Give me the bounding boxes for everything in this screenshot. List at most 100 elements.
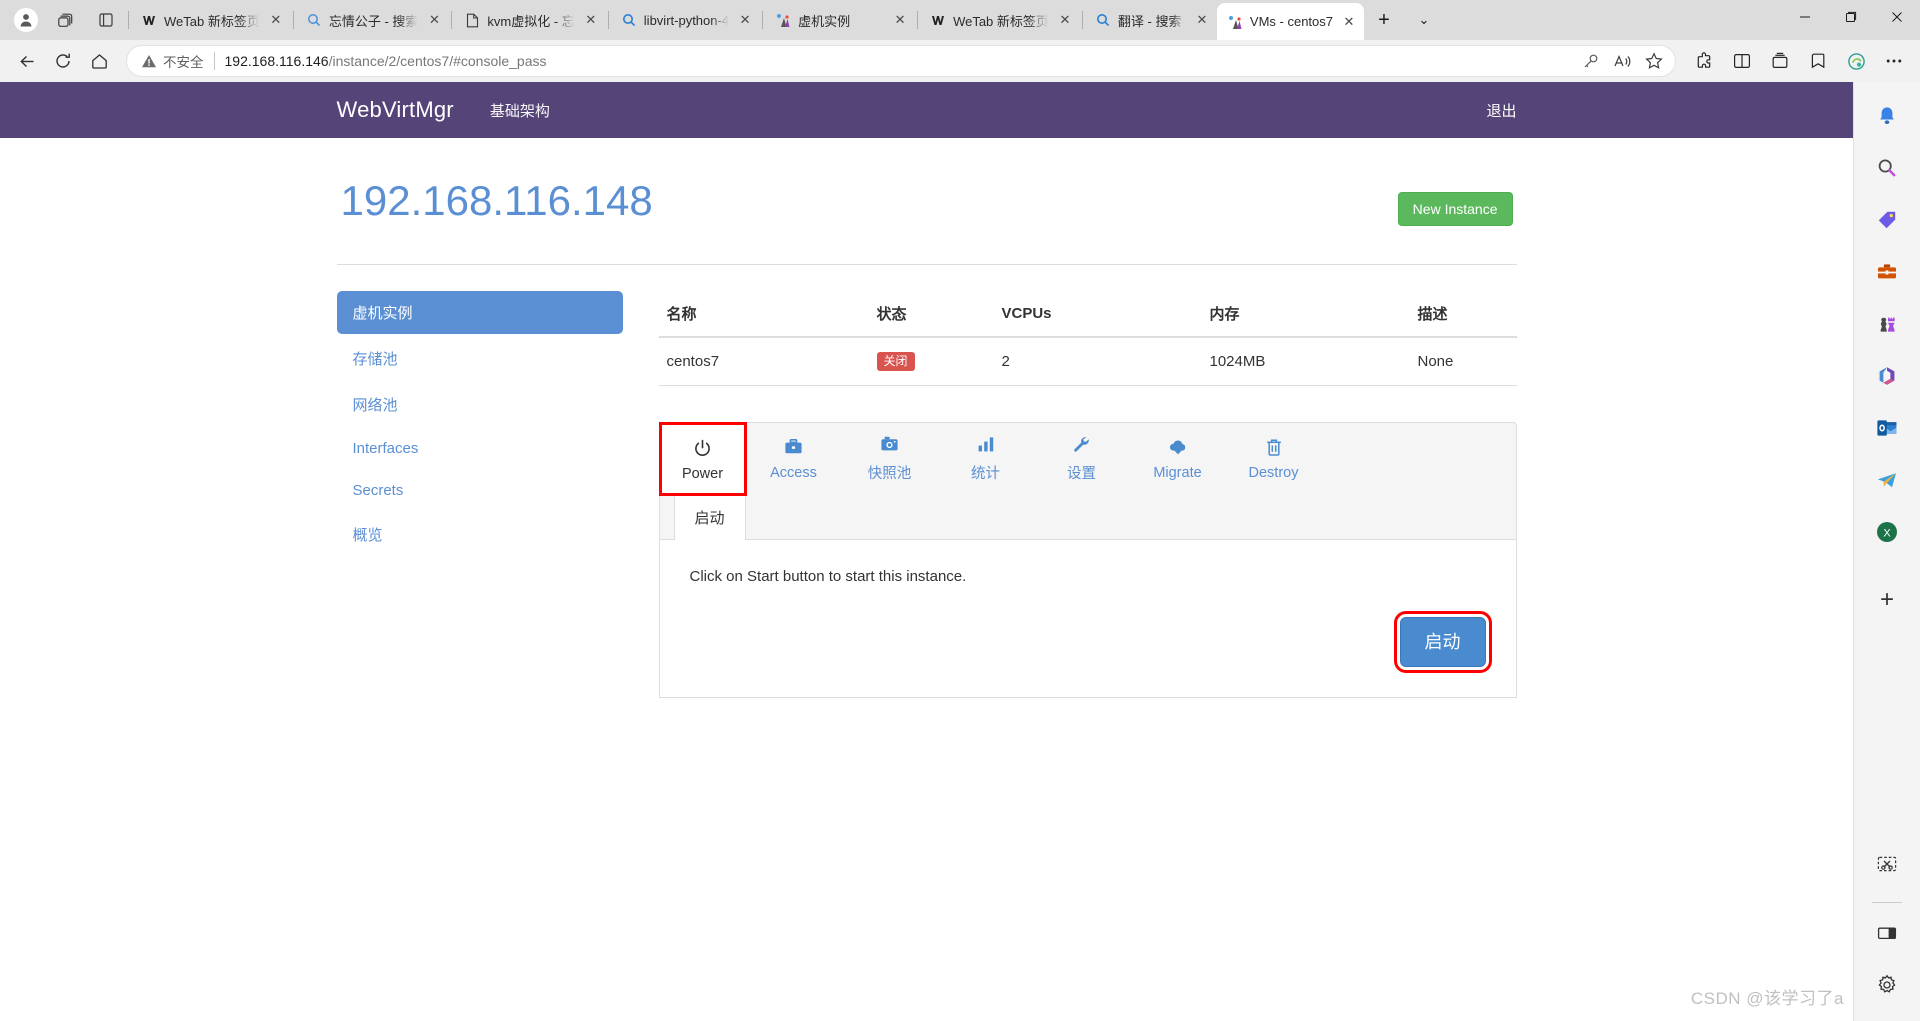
url-field[interactable]: 不安全 192.168.116.146/instance/2/centos7/#… [126,45,1676,77]
tab-close-button[interactable]: ✕ [1340,13,1358,31]
browser-essentials-icon[interactable] [1838,44,1874,78]
briefcase-icon [784,438,803,460]
workspaces-icon[interactable] [46,3,86,37]
not-secure-indicator[interactable]: 不安全 [141,51,204,71]
tab-access[interactable]: Access [746,423,842,494]
cell-name[interactable]: centos7 [658,337,869,386]
key-icon[interactable] [1575,47,1605,75]
inner-tab-start[interactable]: 启动 [673,494,746,540]
tab-power[interactable]: Power [658,422,747,496]
power-inner-tabs: 启动 [659,494,1516,540]
tab-destroy[interactable]: Destroy [1226,423,1322,494]
panel-actions: 启动 [690,611,1492,673]
settings-more-icon[interactable] [1876,44,1912,78]
tab-stats[interactable]: 统计 [938,423,1034,494]
app-brand[interactable]: WebVirtMgr [337,97,454,123]
new-instance-button[interactable]: New Instance [1397,192,1513,226]
bar-chart-icon [977,435,995,457]
close-window-button[interactable] [1874,0,1920,34]
plus-icon: + [1879,586,1894,613]
settings-gear-icon[interactable] [1867,965,1907,1005]
trash-icon [1265,438,1283,460]
cell-vcpus: 2 [993,337,1202,386]
tab-close-button[interactable]: ✕ [425,11,443,29]
plus-icon: + [1378,8,1390,31]
new-tab-button[interactable]: + [1364,3,1404,37]
collections-icon[interactable] [1762,44,1798,78]
tab-label: Power [681,465,724,482]
url-divider [213,52,215,70]
briefcase-icon[interactable] [1867,252,1907,292]
tab-title: VMs - centos7 [1249,14,1333,29]
split-pane-icon[interactable] [1867,913,1907,953]
tab-snapshots[interactable]: 快照池 [842,423,938,494]
status-badge: 关闭 [876,352,915,371]
browser-tab[interactable]: 忘情公子 - 搜索 ✕ [296,3,450,37]
sidebar-item-networks[interactable]: 网络池 [337,383,623,426]
copilot-bell-icon[interactable] [1867,96,1907,136]
search-icon [621,12,637,28]
tab-close-button[interactable]: ✕ [582,11,600,29]
browser-tab[interactable]: WeTab 新标签页 ✕ [131,3,291,37]
wetab-icon [930,12,946,28]
split-screen-icon[interactable] [1724,44,1760,78]
app-navbar: WebVirtMgr 基础架构 退出 [0,82,1853,138]
panel-body: Click on Start button to start this inst… [660,540,1516,697]
outlook-icon[interactable] [1867,408,1907,448]
cell-state: 关闭 [868,337,994,386]
sidebar-item-instances[interactable]: 虚机实例 [336,291,623,334]
refresh-button[interactable] [46,44,80,78]
browser-tab-active[interactable]: VMs - centos7 ✕ [1216,3,1364,40]
column-header-memory: 内存 [1201,291,1410,338]
tab-title: 忘情公子 - 搜索 [328,13,419,29]
url-host: 192.168.116.146 [224,53,329,69]
tab-close-button[interactable]: ✕ [267,11,285,29]
back-button[interactable] [10,44,44,78]
tab-close-button[interactable]: ✕ [891,11,909,29]
add-sidebar-button[interactable]: + [1867,580,1907,620]
tab-close-button[interactable]: ✕ [736,11,754,29]
home-button[interactable] [82,44,116,78]
read-aloud-icon[interactable] [1607,47,1637,75]
favorites-icon[interactable] [1800,44,1836,78]
tab-title: kvm虚拟化 - 忘 [487,13,575,29]
sidebar-item-secrets[interactable]: Secrets [337,471,623,510]
tab-divider [451,11,453,29]
tab-close-button[interactable]: ✕ [1056,11,1074,29]
microsoft365-icon[interactable] [1867,356,1907,396]
shopping-tag-icon[interactable] [1867,200,1907,240]
search-icon[interactable] [1867,148,1907,188]
tab-settings[interactable]: 设置 [1034,423,1130,494]
browser-tab[interactable]: 虚机实例 ✕ [765,3,915,37]
tab-migrate[interactable]: Migrate [1130,423,1226,494]
games-icon[interactable] [1867,304,1907,344]
browser-tab[interactable]: 翻译 - 搜索 ✕ [1085,3,1217,37]
tab-close-button[interactable]: ✕ [1193,11,1211,29]
page-icon [464,12,480,28]
favorite-star-icon[interactable] [1639,47,1669,75]
page-container: 192.168.116.148 New Instance 虚机实例 存储池 网络… [336,138,1517,698]
power-icon [693,439,712,461]
sidebar-item-storages[interactable]: 存储池 [337,337,623,380]
maximize-button[interactable] [1828,0,1874,34]
tab-list-button[interactable]: ⌄ [1404,3,1444,37]
extensions-icon[interactable] [1686,44,1722,78]
instance-tabs: Power Access 快照池 统计 设置 Migrate Destroy [658,422,1517,496]
telegram-icon[interactable] [1867,460,1907,500]
logout-link[interactable]: 退出 [1486,100,1516,121]
sidebar-item-interfaces[interactable]: Interfaces [337,429,623,468]
screenshot-icon[interactable] [1867,844,1907,884]
tab-divider [292,11,294,29]
sidebar-item-overview[interactable]: 概览 [337,513,623,556]
profile-button[interactable] [6,3,46,37]
table-row[interactable]: centos7 关闭 2 1024MB None [658,337,1517,386]
browser-tab[interactable]: kvm虚拟化 - 忘 ✕ [454,3,605,37]
browser-tab[interactable]: libvirt-python-4 ✕ [611,3,760,37]
minimize-button[interactable] [1782,0,1828,34]
start-button[interactable]: 启动 [1393,611,1492,673]
page-title: 192.168.116.148 [340,177,653,224]
nav-link-infrastructure[interactable]: 基础架构 [490,100,550,121]
browser-tab[interactable]: WeTab 新标签页 ✕ [920,3,1080,37]
tab-actions-icon[interactable] [86,3,126,37]
excel-icon[interactable]: X [1867,512,1907,552]
